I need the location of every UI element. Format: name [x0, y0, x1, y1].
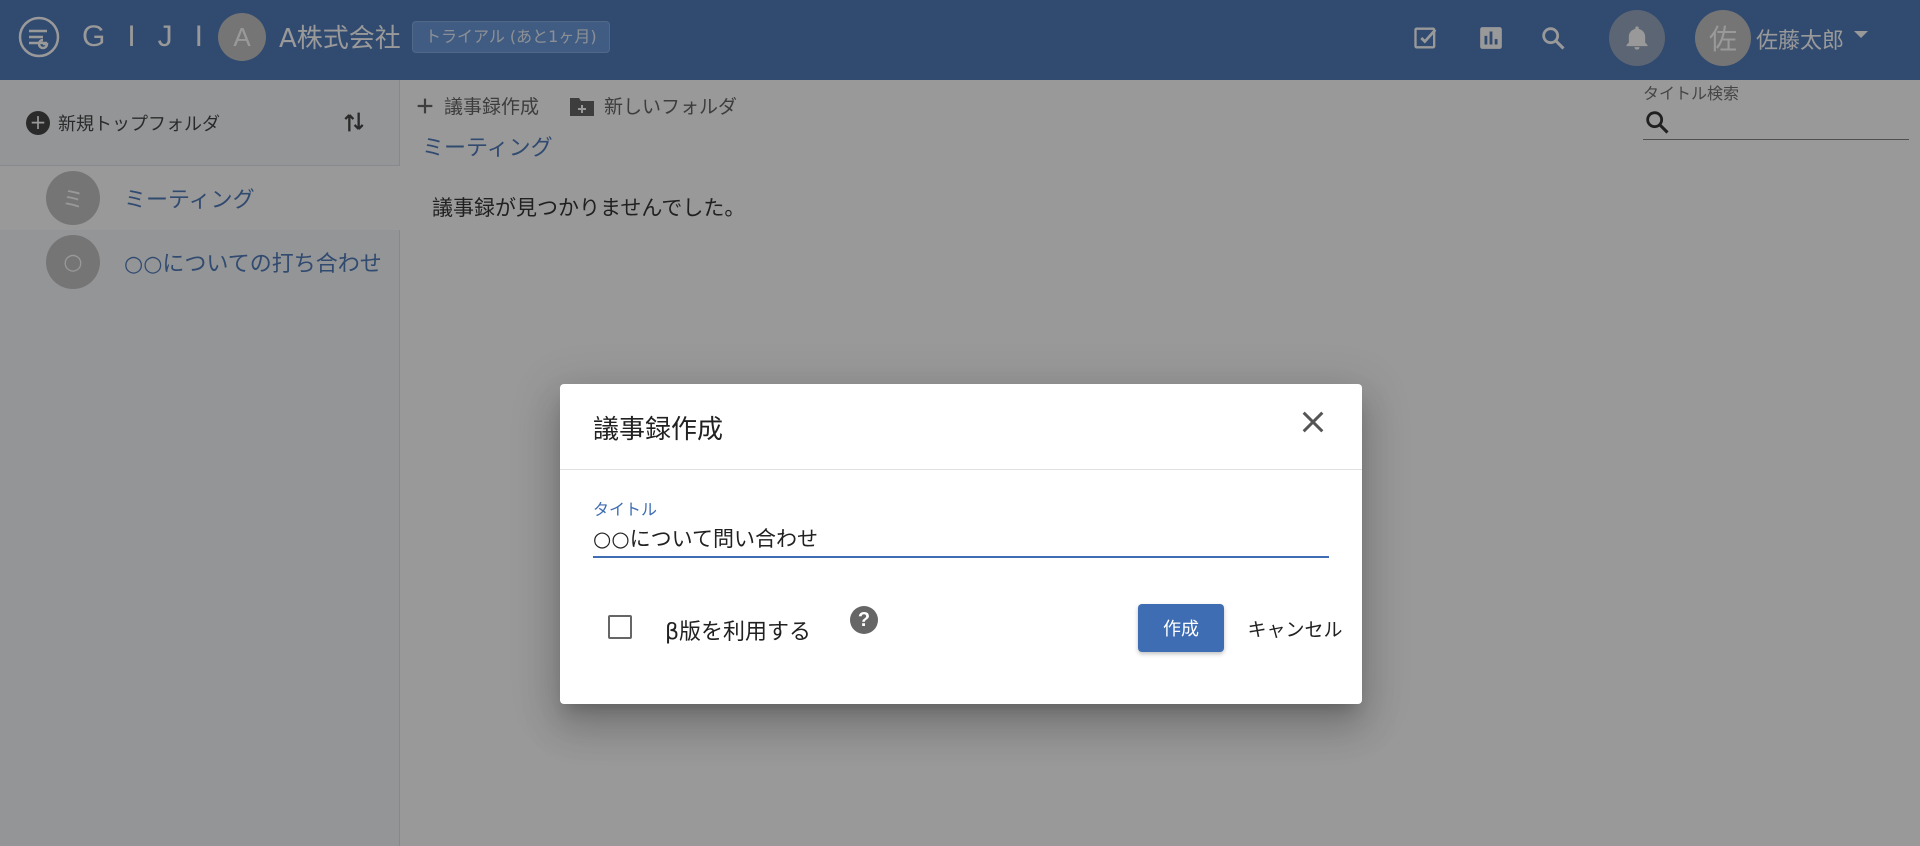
- dialog-divider: [560, 469, 1362, 470]
- cancel-button[interactable]: キャンセル: [1240, 604, 1350, 652]
- create-minutes-dialog: 議事録作成 タイトル β版を利用する ? 作成 キャンセル: [560, 384, 1362, 704]
- beta-label: β版を利用する: [665, 620, 812, 645]
- title-field[interactable]: [593, 520, 1329, 558]
- title-field-label: タイトル: [593, 500, 658, 519]
- dialog-title: 議事録作成: [593, 415, 724, 445]
- beta-checkbox[interactable]: [608, 615, 632, 639]
- help-icon[interactable]: ?: [850, 606, 878, 634]
- close-icon[interactable]: [1297, 406, 1329, 438]
- create-button[interactable]: 作成: [1138, 604, 1224, 652]
